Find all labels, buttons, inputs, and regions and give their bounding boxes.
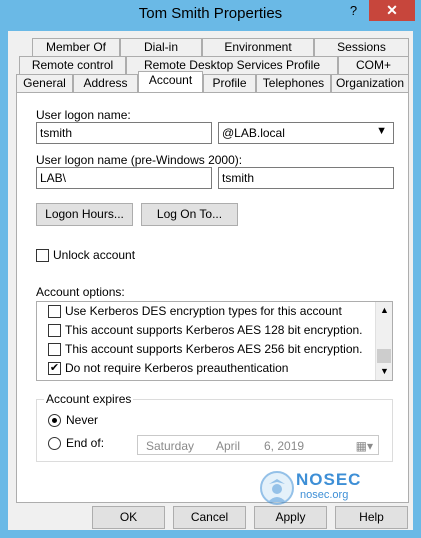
logon-name-input[interactable]: tsmith [36,122,212,144]
unlock-account-checkbox[interactable] [36,249,49,262]
list-item[interactable]: Use Kerberos DES encryption types for th… [37,302,375,321]
radio-selected-dot [52,418,57,423]
option-label: This account supports Kerberos AES 256 b… [65,342,363,356]
date-day: Saturday [146,439,195,453]
tab-organization[interactable]: Organization [331,74,409,92]
title-bar[interactable]: Tom Smith Properties ? ✕ [0,0,421,30]
tab-account[interactable]: Account [138,71,203,92]
tab-telephones[interactable]: Telephones [256,74,331,92]
pre2000-user-input[interactable]: tsmith [218,167,394,189]
cancel-button[interactable]: Cancel [173,506,246,529]
help-button[interactable]: Help [335,506,408,529]
option-checkbox-checked[interactable]: ✔ [48,362,61,375]
option-label: This account supports Kerberos AES 128 b… [65,323,363,337]
tab-environment[interactable]: Environment [202,38,314,56]
account-options-label: Account options: [36,285,125,299]
dialog-client: Member Of Dial-in Environment Sessions R… [8,31,413,530]
log-on-to-button[interactable]: Log On To... [141,203,238,226]
never-label: Never [66,413,99,427]
ok-button[interactable]: OK [92,506,165,529]
tab-com-plus[interactable]: COM+ [338,56,409,74]
chevron-down-icon: ▼ [376,125,387,137]
logon-name-label: User logon name: [36,108,131,122]
list-item[interactable]: This account supports Kerberos AES 128 b… [37,321,375,340]
option-label: Do not require Kerberos preauthenticatio… [65,361,289,375]
scroll-up-icon[interactable]: ▲ [376,302,392,319]
scroll-down-icon[interactable]: ▼ [376,363,392,380]
properties-window: Tom Smith Properties ? ✕ Member Of Dial-… [0,0,421,538]
tab-general[interactable]: General [16,74,73,92]
account-options-list[interactable]: Use Kerberos DES encryption types for th… [36,301,393,381]
logon-hours-button[interactable]: Logon Hours... [36,203,133,226]
tab-dial-in[interactable]: Dial-in [120,38,202,56]
option-checkbox[interactable] [48,343,61,356]
unlock-account-label: Unlock account [53,248,136,262]
pre2000-label: User logon name (pre-Windows 2000): [36,153,243,167]
calendar-icon: ▦▾ [355,439,373,453]
date-rest: 6, 2019 [264,439,305,453]
expiry-date-picker: Saturday April 6, 2019 ▦▾ [137,435,379,455]
options-scrollbar[interactable]: ▲ ▼ [375,302,392,380]
account-expires-title: Account expires [44,392,134,406]
domain-combo[interactable]: @LAB.local ▼ [218,122,394,144]
domain-combo-value: @LAB.local [222,126,285,140]
tab-sessions[interactable]: Sessions [314,38,409,56]
date-month: April [216,439,241,453]
close-button[interactable]: ✕ [369,0,415,21]
pre2000-domain-field: LAB\ [36,167,212,189]
help-title-button[interactable]: ? [340,0,367,21]
list-item[interactable]: This account supports Kerberos AES 256 b… [37,340,375,359]
option-checkbox[interactable] [48,305,61,318]
end-of-radio[interactable] [48,437,61,450]
tab-remote-control[interactable]: Remote control [19,56,126,74]
apply-button[interactable]: Apply [254,506,327,529]
never-radio[interactable] [48,414,61,427]
account-expires-group: Account expires Never End of: Saturday A… [36,392,393,462]
scroll-thumb[interactable] [377,349,391,363]
tab-member-of[interactable]: Member Of [32,38,120,56]
option-checkbox[interactable] [48,324,61,337]
option-label: Use Kerberos DES encryption types for th… [65,304,342,318]
end-of-label: End of: [66,436,105,450]
account-panel: User logon name: tsmith @LAB.local ▼ Use… [16,92,409,503]
tab-profile[interactable]: Profile [203,74,256,92]
tab-address[interactable]: Address [73,74,138,92]
list-item[interactable]: ✔ Do not require Kerberos preauthenticat… [37,359,375,378]
